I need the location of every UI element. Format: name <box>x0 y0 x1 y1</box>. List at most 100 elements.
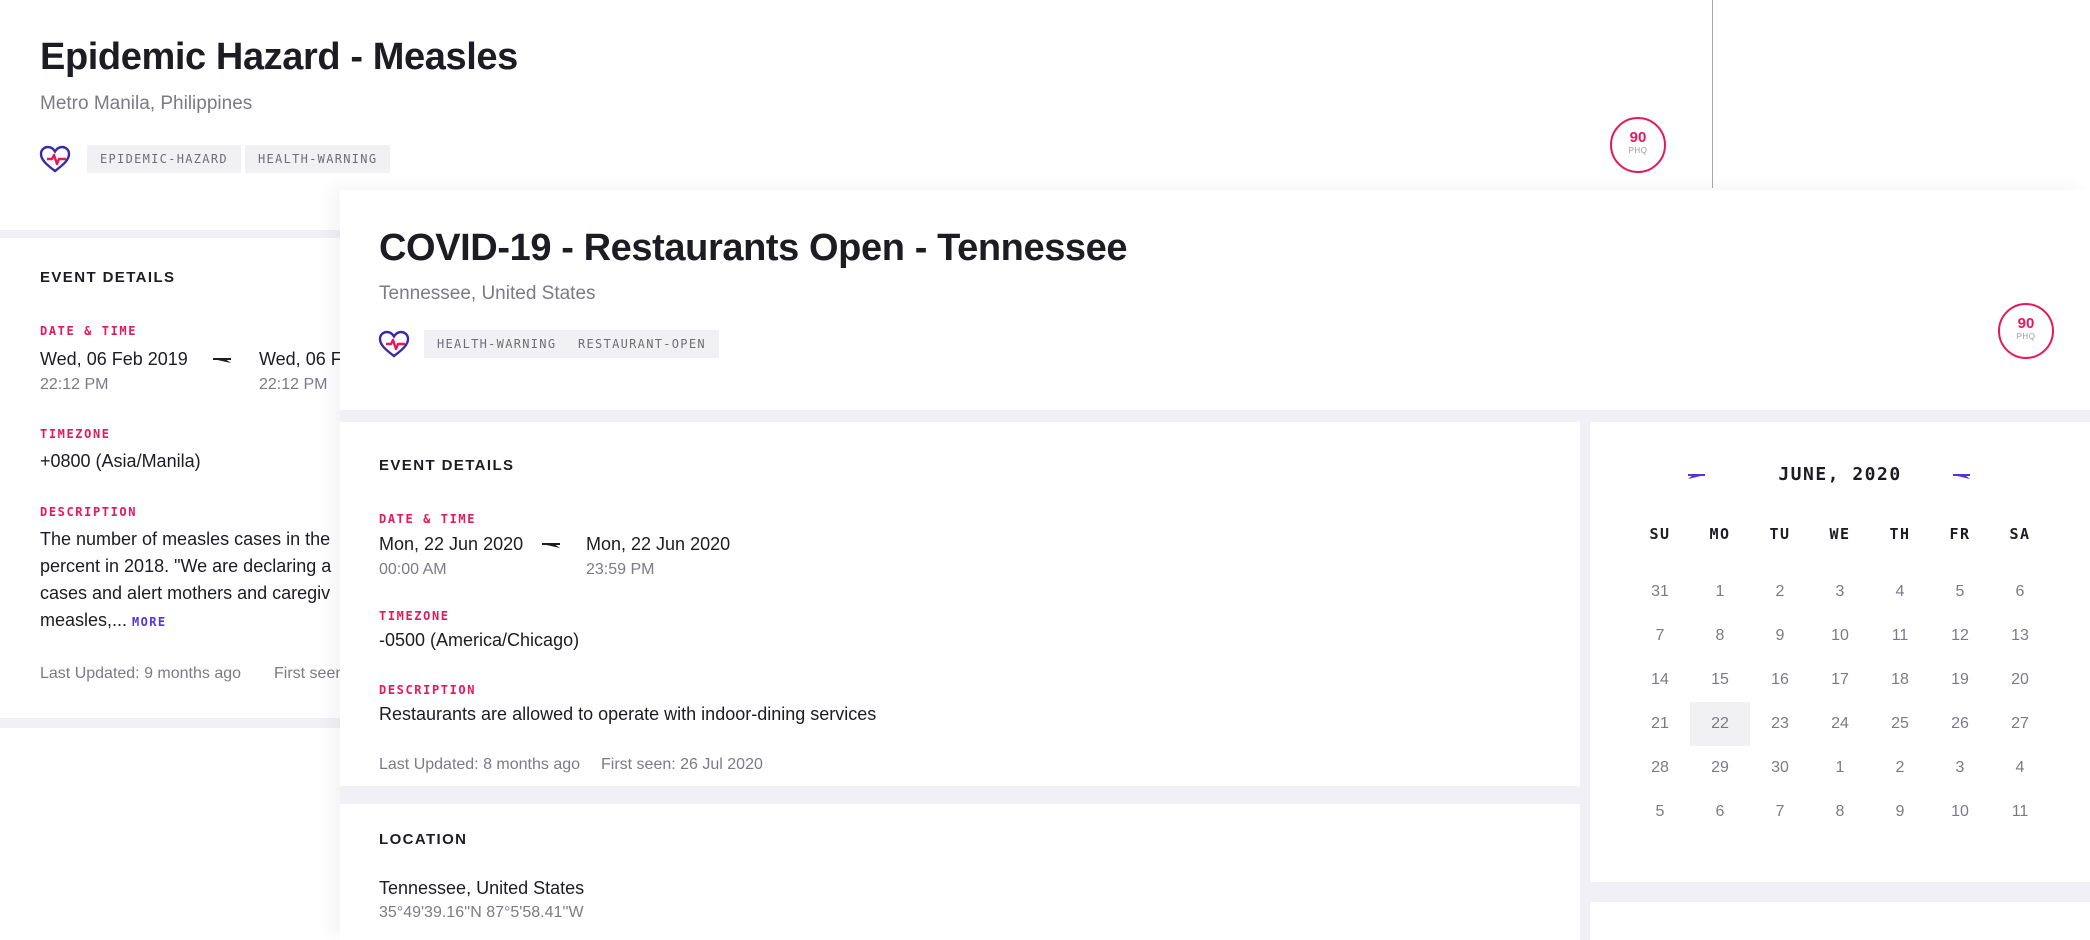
timezone-label: TIMEZONE <box>379 609 450 623</box>
front-event-title: COVID-19 - Restaurants Open - Tennessee <box>379 227 1128 269</box>
location-section: LOCATION Tennessee, United States 35°49'… <box>340 804 1580 940</box>
end-time: 23:59 PM <box>586 561 655 578</box>
calendar-day[interactable]: 13 <box>1990 614 2050 658</box>
more-link[interactable]: MORE <box>132 615 167 629</box>
calendar-day[interactable]: 6 <box>1990 570 2050 614</box>
location-heading: LOCATION <box>379 831 468 848</box>
heart-pulse-icon <box>378 330 410 358</box>
calendar-day[interactable]: 9 <box>1870 790 1930 834</box>
divider <box>1712 0 1713 188</box>
calendar-day[interactable]: 2 <box>1870 746 1930 790</box>
calendar-day[interactable]: 12 <box>1930 614 1990 658</box>
calendar-day[interactable]: 20 <box>1990 658 2050 702</box>
last-updated: Last Updated: 8 months ago <box>379 756 581 773</box>
calendar-day[interactable]: 1 <box>1810 746 1870 790</box>
datetime-label: DATE & TIME <box>40 324 138 338</box>
calendar-day[interactable]: 24 <box>1810 702 1870 746</box>
back-event-header: Epidemic Hazard - Measles Metro Manila, … <box>0 0 1712 190</box>
location-place: Tennessee, United States <box>379 878 585 898</box>
calendar-weekday: SA <box>2009 525 2031 543</box>
calendar-day[interactable]: 3 <box>1810 570 1870 614</box>
calendar-day[interactable]: 30 <box>1750 746 1810 790</box>
calendar-day[interactable]: 3 <box>1930 746 1990 790</box>
calendar: JUNE, 2020 SU MO TU WE TH FR SA 31 1 2 3 4 5 6 7 8 9 10 11… <box>1590 422 2090 882</box>
calendar-day[interactable]: 18 <box>1870 658 1930 702</box>
calendar-weekday: TH <box>1889 525 1911 543</box>
start-date: Mon, 22 Jun 2020 <box>379 534 524 554</box>
heart-pulse-icon <box>39 145 71 173</box>
calendar-day[interactable]: 19 <box>1930 658 1990 702</box>
calendar-day[interactable]: 31 <box>1630 570 1690 614</box>
calendar-day[interactable]: 5 <box>1930 570 1990 614</box>
description-line: percent in 2018. "We are declaring a <box>40 556 332 576</box>
calendar-day[interactable]: 4 <box>1990 746 2050 790</box>
calendar-day[interactable]: 14 <box>1630 658 1690 702</box>
calendar-day[interactable]: 25 <box>1870 702 1930 746</box>
back-event-details: EVENT DETAILS DATE & TIME Wed, 06 Feb 20… <box>0 238 340 718</box>
location-coordinates: 35°49'39.16''N 87°5'58.41''W <box>379 904 584 921</box>
calendar-day[interactable]: 29 <box>1690 746 1750 790</box>
calendar-day[interactable]: 26 <box>1930 702 1990 746</box>
end-date: Mon, 22 Jun 2020 <box>586 534 731 554</box>
calendar-day[interactable]: 11 <box>1870 614 1930 658</box>
description-line-end: measles,... <box>40 610 128 630</box>
end-date: Wed, 06 F <box>259 349 340 369</box>
calendar-day[interactable]: 17 <box>1810 658 1870 702</box>
calendar-day-selected[interactable]: 22 <box>1690 702 1750 746</box>
calendar-day[interactable]: 8 <box>1810 790 1870 834</box>
calendar-day[interactable]: 2 <box>1750 570 1810 614</box>
event-details-heading: EVENT DETAILS <box>40 269 176 286</box>
section-divider <box>0 718 340 728</box>
end-time: 22:12 PM <box>259 376 328 393</box>
phq-score-badge: 90 PHQ <box>1610 117 1666 173</box>
chevron-right-icon[interactable] <box>1952 472 1970 482</box>
calendar-day[interactable]: 21 <box>1630 702 1690 746</box>
calendar-weekday: SU <box>1649 525 1671 543</box>
timezone-value: -0500 (America/Chicago) <box>379 630 580 650</box>
calendar-month: JUNE, 2020 <box>1778 464 1902 485</box>
start-date: Wed, 06 Feb 2019 <box>40 349 188 369</box>
calendar-day[interactable]: 1 <box>1690 570 1750 614</box>
calendar-day[interactable]: 27 <box>1990 702 2050 746</box>
section-divider <box>0 230 340 238</box>
tag-health-warning[interactable]: HEALTH-WARNING <box>245 145 391 173</box>
start-time: 22:12 PM <box>40 376 109 393</box>
calendar-day[interactable]: 8 <box>1690 614 1750 658</box>
calendar-day[interactable]: 7 <box>1750 790 1810 834</box>
calendar-day[interactable]: 9 <box>1750 614 1810 658</box>
tag-restaurant-open[interactable]: RESTAURANT-OPEN <box>565 330 719 358</box>
event-details-heading: EVENT DETAILS <box>379 457 515 474</box>
calendar-day[interactable]: 11 <box>1990 790 2050 834</box>
calendar-weekday: FR <box>1949 525 1971 543</box>
last-updated: Last Updated: 9 months ago <box>40 665 242 682</box>
calendar-day[interactable]: 5 <box>1630 790 1690 834</box>
arrow-right-icon <box>542 543 560 548</box>
back-event-title: Epidemic Hazard - Measles <box>40 36 518 78</box>
tag-health-warning[interactable]: HEALTH-WARNING <box>424 330 570 358</box>
description-line: The number of measles cases in the <box>40 529 331 549</box>
tag-epidemic-hazard[interactable]: EPIDEMIC-HAZARD <box>87 145 241 173</box>
phq-label: PHQ <box>1628 146 1648 155</box>
start-time: 00:00 AM <box>379 561 447 578</box>
calendar-day[interactable]: 15 <box>1690 658 1750 702</box>
timezone-value: +0800 (Asia/Manila) <box>40 451 201 471</box>
calendar-weekday: MO <box>1709 525 1731 543</box>
calendar-day[interactable]: 28 <box>1630 746 1690 790</box>
front-event-header: COVID-19 - Restaurants Open - Tennessee … <box>340 190 2090 410</box>
calendar-day[interactable]: 4 <box>1870 570 1930 614</box>
description-text: The number of measles cases in the perce… <box>40 526 340 636</box>
description-line: cases and alert mothers and caregiv <box>40 583 331 603</box>
calendar-day[interactable]: 6 <box>1690 790 1750 834</box>
first-seen: First seen <box>274 665 340 682</box>
front-event-card: COVID-19 - Restaurants Open - Tennessee … <box>340 190 2090 940</box>
front-event-details: EVENT DETAILS DATE & TIME Mon, 22 Jun 20… <box>340 422 1580 786</box>
calendar-day[interactable]: 16 <box>1750 658 1810 702</box>
description-text: Restaurants are allowed to operate with … <box>379 704 877 724</box>
calendar-weekday: TU <box>1769 525 1791 543</box>
calendar-day[interactable]: 10 <box>1930 790 1990 834</box>
calendar-day[interactable]: 23 <box>1750 702 1810 746</box>
calendar-day[interactable]: 7 <box>1630 614 1690 658</box>
description-line: measles,... MORE <box>40 607 340 636</box>
calendar-day[interactable]: 10 <box>1810 614 1870 658</box>
calendar-spacer <box>1630 556 2050 570</box>
